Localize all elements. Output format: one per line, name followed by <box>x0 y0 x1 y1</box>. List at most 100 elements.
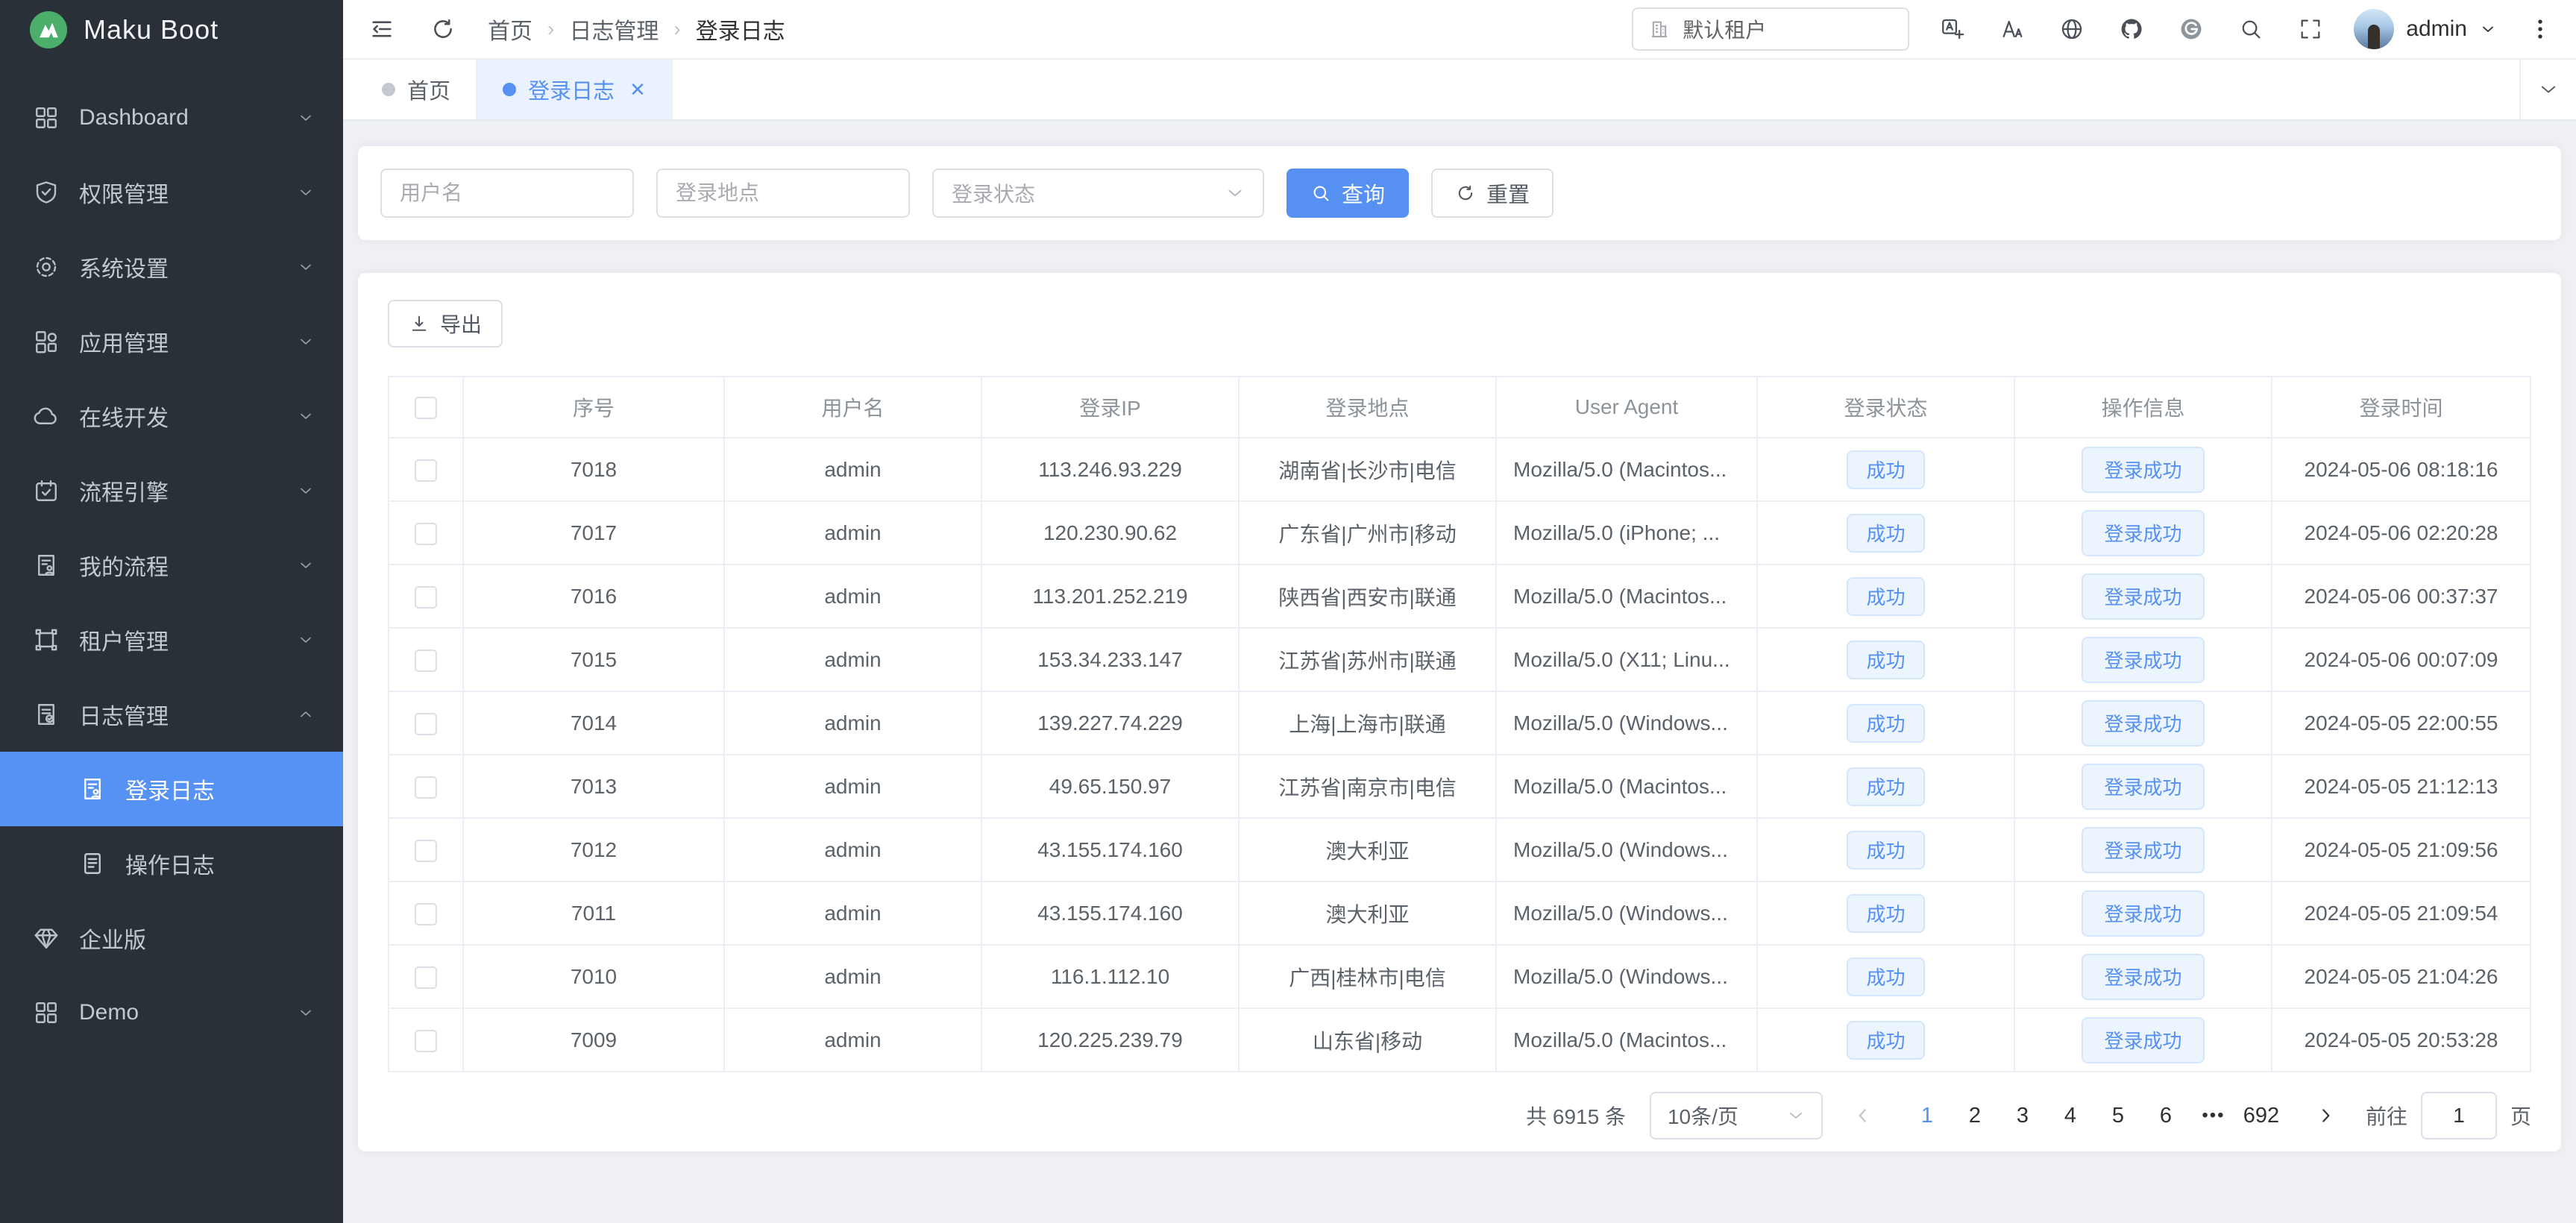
row-no-cell: 7015 <box>463 628 724 691</box>
row-user-agent-cell: Mozilla/5.0 (Windows... <box>1496 945 1757 1008</box>
row-operation-cell: 登录成功 <box>2014 691 2272 755</box>
row-checkbox[interactable] <box>415 776 437 799</box>
login-status-select[interactable]: 登录状态 <box>932 169 1264 218</box>
page-number-6[interactable]: 6 <box>2142 1092 2190 1139</box>
breadcrumb: 首页 › 日志管理 › 登录日志 <box>488 13 785 45</box>
page-number-692[interactable]: 692 <box>2237 1092 2285 1139</box>
breadcrumb-home[interactable]: 首页 <box>488 13 533 45</box>
row-status-cell: 成功 <box>1757 501 2014 565</box>
goto-page-input[interactable] <box>2421 1092 2497 1139</box>
row-no-cell: 7016 <box>463 565 724 628</box>
sidebar-subitem-操作日志[interactable]: 操作日志 <box>0 826 343 901</box>
menu-fold-icon[interactable] <box>365 13 398 45</box>
sidebar-item-label: 系统设置 <box>79 251 277 283</box>
row-ip-cell: 116.1.112.10 <box>981 945 1239 1008</box>
document-icon <box>79 850 106 877</box>
username-input[interactable] <box>380 169 634 218</box>
login-location-input[interactable] <box>656 169 910 218</box>
row-status-cell: 成功 <box>1757 691 2014 755</box>
row-time-cell: 2024-05-06 02:20:28 <box>2272 501 2531 565</box>
row-checkbox[interactable] <box>415 840 437 862</box>
table-row: 7013admin49.65.150.97江苏省|南京市|电信Mozilla/5… <box>389 755 2531 818</box>
row-ip-cell: 43.155.174.160 <box>981 818 1239 881</box>
row-checkbox[interactable] <box>415 966 437 989</box>
row-status-cell: 成功 <box>1757 565 2014 628</box>
row-ip-cell: 43.155.174.160 <box>981 881 1239 945</box>
export-button[interactable]: 导出 <box>388 300 503 348</box>
sidebar-item-应用管理[interactable]: 应用管理 <box>0 304 343 379</box>
user-name: admin <box>2406 16 2467 42</box>
row-checkbox[interactable] <box>415 1030 437 1052</box>
row-location-cell: 陕西省|西安市|联通 <box>1239 565 1496 628</box>
row-checkbox[interactable] <box>415 903 437 925</box>
refresh-icon[interactable] <box>427 13 459 45</box>
user-menu[interactable]: admin <box>2354 9 2497 49</box>
font-size-button[interactable] <box>1996 13 2029 45</box>
page-number-3[interactable]: 3 <box>1999 1092 2046 1139</box>
row-status-cell: 成功 <box>1757 438 2014 501</box>
reset-button[interactable]: 重置 <box>1431 169 1554 218</box>
tab-登录日志[interactable]: 登录日志✕ <box>477 60 673 119</box>
sidebar-item-Demo[interactable]: Demo <box>0 975 343 1050</box>
close-icon[interactable]: ✕ <box>629 78 646 101</box>
row-checkbox[interactable] <box>415 523 437 545</box>
pagination-total: 共 6915 条 <box>1526 1101 1626 1131</box>
row-checkbox[interactable] <box>415 650 437 672</box>
prev-page-button[interactable] <box>1842 1092 1884 1139</box>
next-page-button[interactable] <box>2305 1092 2346 1139</box>
row-user-agent-cell: Mozilla/5.0 (Windows... <box>1496 818 1757 881</box>
column-header-username: 用户名 <box>724 377 981 438</box>
tab-dot-icon <box>503 83 516 96</box>
row-user-agent-cell: Mozilla/5.0 (Windows... <box>1496 881 1757 945</box>
row-select-cell <box>389 945 463 1008</box>
breadcrumb-log-management[interactable]: 日志管理 <box>569 13 659 45</box>
sidebar-item-系统设置[interactable]: 系统设置 <box>0 230 343 304</box>
sidebar-item-流程引擎[interactable]: 流程引擎 <box>0 453 343 528</box>
status-badge: 成功 <box>1847 958 1924 996</box>
translate-button[interactable] <box>1936 13 1969 45</box>
sidebar-item-在线开发[interactable]: 在线开发 <box>0 379 343 453</box>
search-button[interactable] <box>2234 13 2267 45</box>
more-settings-icon[interactable] <box>2524 13 2557 45</box>
status-badge: 成功 <box>1847 577 1924 616</box>
sidebar-item-权限管理[interactable]: 权限管理 <box>0 155 343 230</box>
sidebar-item-label: 应用管理 <box>79 325 277 358</box>
row-checkbox[interactable] <box>415 713 437 735</box>
tab-actions-dropdown[interactable] <box>2519 60 2576 119</box>
page-number-5[interactable]: 5 <box>2094 1092 2142 1139</box>
github-button[interactable] <box>2115 13 2148 45</box>
page-number-4[interactable]: 4 <box>2046 1092 2094 1139</box>
select-all-checkbox[interactable] <box>415 397 437 419</box>
sidebar-item-label: 流程引擎 <box>79 474 277 507</box>
sidebar-item-Dashboard[interactable]: Dashboard <box>0 81 343 155</box>
row-no-cell: 7013 <box>463 755 724 818</box>
tab-首页[interactable]: 首页 <box>356 60 477 119</box>
row-operation-cell: 登录成功 <box>2014 881 2272 945</box>
row-status-cell: 成功 <box>1757 1008 2014 1072</box>
sidebar-item-企业版[interactable]: 企业版 <box>0 901 343 975</box>
sidebar-item-日志管理[interactable]: 日志管理 <box>0 677 343 752</box>
more-pages-button[interactable]: ••• <box>2190 1092 2237 1139</box>
table-panel: 导出 序号 用户名 登录IP 登录地点 User Agent <box>358 273 2561 1151</box>
gitee-button[interactable] <box>2175 13 2208 45</box>
page-number-1[interactable]: 1 <box>1903 1092 1951 1139</box>
globe-button[interactable] <box>2055 13 2088 45</box>
row-operation-cell: 登录成功 <box>2014 755 2272 818</box>
column-header-no: 序号 <box>463 377 724 438</box>
app-logo[interactable]: Maku Boot <box>0 0 343 60</box>
page-size-select[interactable]: 10条/页 <box>1650 1092 1823 1139</box>
sidebar-item-我的流程[interactable]: 我的流程 <box>0 528 343 603</box>
row-checkbox[interactable] <box>415 459 437 482</box>
operation-badge: 登录成功 <box>2082 700 2204 746</box>
fullscreen-button[interactable] <box>2294 13 2327 45</box>
sidebar-subitem-登录日志[interactable]: 登录日志 <box>0 752 343 826</box>
sidebar-item-租户管理[interactable]: 租户管理 <box>0 603 343 677</box>
tenant-select[interactable]: 默认租户 <box>1632 7 1909 51</box>
sidebar-item-label: Demo <box>79 1000 277 1025</box>
page-number-2[interactable]: 2 <box>1951 1092 1999 1139</box>
column-header-user-agent: User Agent <box>1496 377 1757 438</box>
search-button[interactable]: 查询 <box>1287 169 1409 218</box>
row-checkbox[interactable] <box>415 586 437 609</box>
fullscreen-icon <box>2298 16 2323 42</box>
column-header-operation: 操作信息 <box>2014 377 2272 438</box>
